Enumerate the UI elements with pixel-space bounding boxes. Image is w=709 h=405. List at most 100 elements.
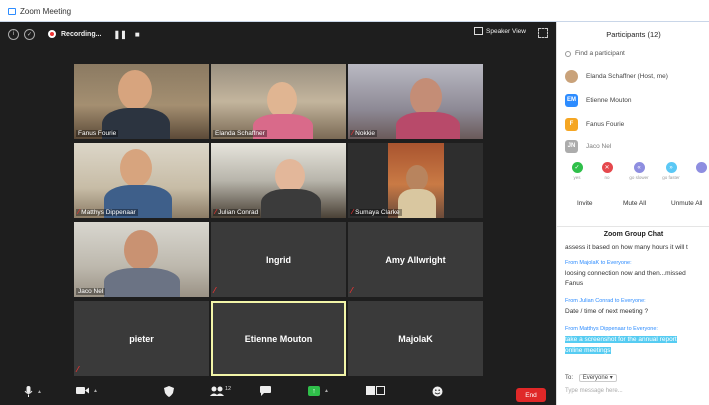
chat-panel-title: Zoom Group Chat [557,226,709,238]
muted-mic-icon: ⁄ [352,209,354,216]
side-panel: Participants (12) Find a participant Ela… [556,22,709,405]
microphone-icon [24,386,33,397]
security-button[interactable] [164,386,174,397]
video-tile[interactable]: MajolaK [348,301,483,376]
participant-search[interactable]: Find a participant [565,50,705,57]
video-tile[interactable]: pieter ⁄ [74,301,209,376]
info-icon[interactable]: i [8,28,19,40]
video-tile[interactable]: Jaco Nel [74,222,209,297]
share-screen-icon: ↑ [308,386,320,396]
chat-message-text: online meetings [565,347,708,354]
participant-name-tag: ⁄ Matthys Dippenaar [76,209,138,216]
participant-name: Fanus Fourie [586,120,625,128]
video-tile[interactable]: Amy Allwright ⁄ [348,222,483,297]
avatar [565,69,578,83]
avatar: EM [565,93,578,107]
active-speaker-tile[interactable]: Etienne Mouton [211,301,346,376]
participant-name: Elanda Schaffner (Host, me) [586,72,668,80]
muted-mic-icon: ⁄ [215,209,217,216]
chat-message-sender: From Matthys Dippenaar to Everyone: [565,326,658,332]
participants-button[interactable]: 12 [210,386,231,396]
window-title: Zoom Meeting [20,6,72,16]
highlighted-text: online meetings [565,347,611,354]
participant-name-tag: ⁄ Sumaya Clarke [350,209,402,216]
reactions-button[interactable] [432,386,443,397]
chevron-down-icon: ▾ [609,375,613,381]
participant-name: Jaco Nel [586,142,612,150]
chevron-up-icon[interactable]: ▲ [324,388,329,394]
video-button[interactable]: ▲ [76,386,98,395]
participant-row[interactable]: F Fanus Fourie [565,116,705,132]
participant-name-tag: Elanda Schaffner [213,130,267,137]
muted-mic-icon: ⁄ [351,286,353,295]
title-bar: Zoom Meeting [0,0,709,22]
zoom-app-icon [8,7,16,15]
chat-recipient: To: Everyone ▾ [565,374,617,382]
video-tile[interactable]: Fanus Fourie [74,64,209,139]
chat-message-text: take a screenshot for the annual report [565,336,708,343]
feedback-label: go faster [662,175,680,180]
unmute-all-button[interactable]: Unmute All [671,200,702,207]
chat-message-input[interactable]: Type message here... [565,388,705,394]
recipient-dropdown[interactable]: Everyone ▾ [578,374,617,382]
video-tile[interactable]: ⁄ Matthys Dippenaar [74,143,209,218]
participant-name: Amy Allwright [385,254,446,265]
invite-button[interactable]: Invite [577,200,593,207]
chat-icon [260,386,271,396]
avatar: JN [565,139,578,153]
participant-name-tag: Fanus Fourie [76,130,119,137]
chat-message-sender: From MajolaK to Everyone: [565,260,632,266]
participant-row[interactable]: JN Jaco Nel [565,138,705,154]
chevron-up-icon[interactable]: ▲ [93,388,98,394]
chat-message-text: Date / time of next meeting ? [565,308,649,315]
end-meeting-button[interactable]: End [516,388,546,402]
feedback-faster-button[interactable]: » go faster [659,162,683,180]
chat-message-text: assess it based on how many hours it wil… [565,244,688,251]
mute-button[interactable]: ▲ [24,386,42,397]
muted-mic-icon: ⁄ [77,365,79,374]
share-screen-button[interactable]: ↑ ▲ [308,386,329,396]
chat-button[interactable] [260,386,271,396]
person-body [104,268,180,297]
stop-recording-button[interactable]: ■ [135,30,140,39]
stop-recording-icon [376,386,385,395]
fullscreen-icon[interactable] [538,28,548,38]
x-icon: ✕ [601,162,613,173]
record-button[interactable] [366,386,385,395]
person-body [261,189,321,218]
participant-row[interactable]: EM Etienne Mouton [565,92,705,108]
highlighted-text: take a screenshot for the annual report [565,336,677,343]
chevron-up-icon[interactable]: ▲ [37,389,42,395]
mute-all-button[interactable]: Mute All [623,200,646,207]
check-icon: ✓ [571,162,583,173]
search-input[interactable]: Find a participant [575,50,625,57]
person-head [410,78,442,116]
video-tile[interactable]: Ingrid ⁄ [211,222,346,297]
shield-icon[interactable]: ✓ [24,28,35,40]
participant-name: Etienne Mouton [586,96,632,104]
feedback-more-button[interactable] [689,162,709,175]
video-tile[interactable]: ⁄ Nokkie [348,64,483,139]
video-tile[interactable]: ⁄ Sumaya Clarke [348,143,483,218]
chat-message-sender: From Julian Conrad to Everyone: [565,298,646,304]
feedback-no-button[interactable]: ✕ no [595,162,619,180]
pause-recording-button[interactable]: ❚❚ [113,30,126,39]
video-camera-icon [76,387,89,394]
feedback-slower-button[interactable]: « go slower [627,162,651,180]
speaker-view-button[interactable]: Speaker View [474,27,526,35]
avatar: F [565,117,578,131]
participant-row[interactable]: Elanda Schaffner (Host, me) [565,68,705,84]
muted-mic-icon: ⁄ [352,130,354,137]
video-tile[interactable]: ⁄ Julian Conrad [211,143,346,218]
participant-name: Ingrid [266,254,291,265]
pause-recording-icon [366,386,375,395]
chat-message-text: Fanus [565,280,584,287]
feedback-label: yes [573,175,581,180]
participant-name-tag: ⁄ Julian Conrad [213,209,261,216]
feedback-yes-button[interactable]: ✓ yes [565,162,589,180]
participant-name: pieter [129,333,154,344]
video-tile[interactable]: Elanda Schaffner [211,64,346,139]
more-icon [695,162,707,173]
meeting-area: i ✓ Recording... ❚❚ ■ Speaker View Fanus… [0,22,556,405]
feedback-label: no [604,175,610,180]
